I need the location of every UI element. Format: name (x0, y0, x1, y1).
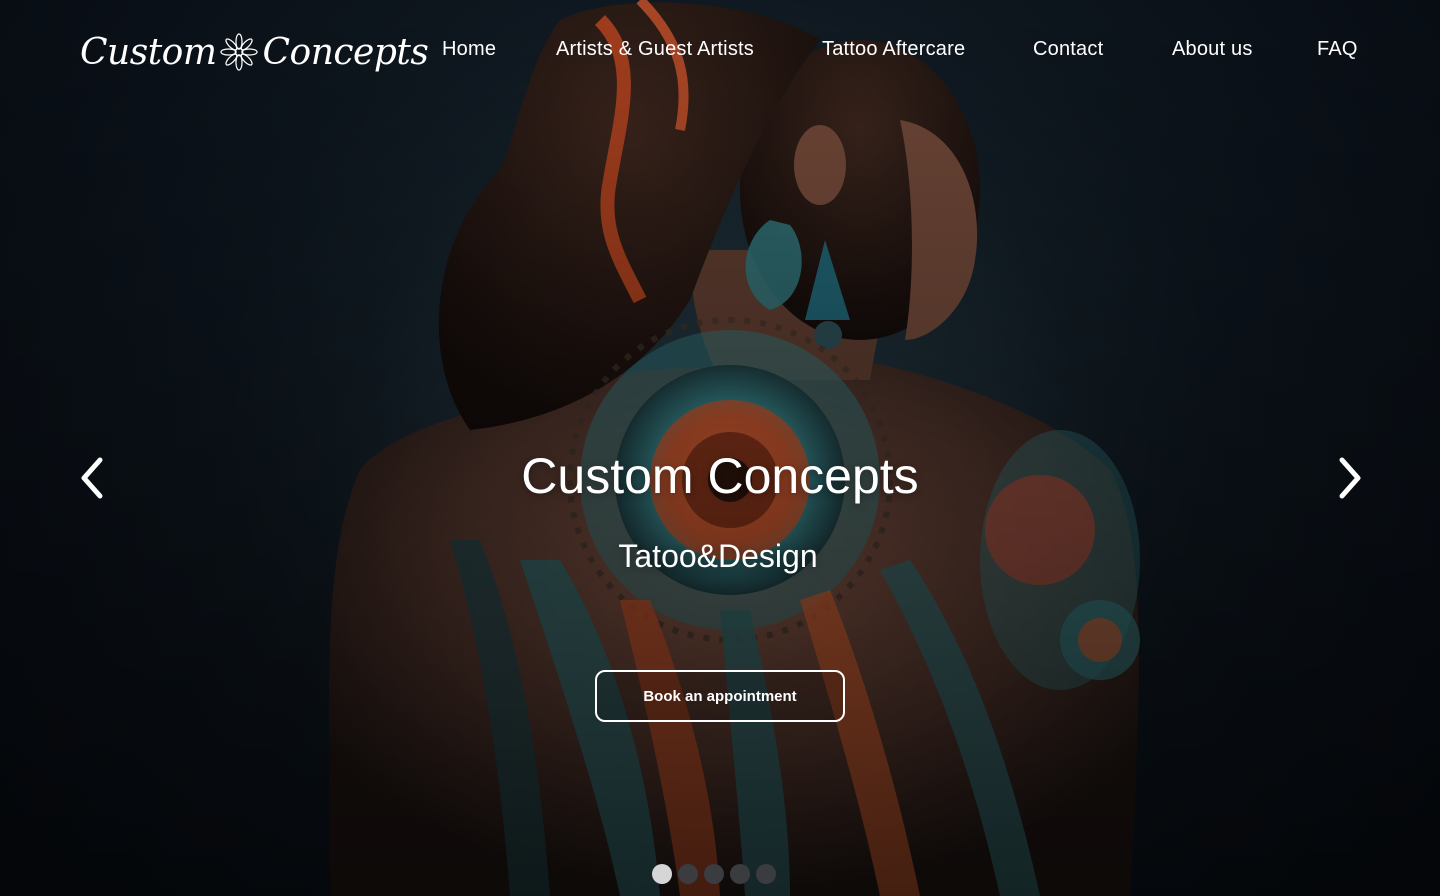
nav-item-home[interactable]: Home (442, 36, 496, 62)
hero-subtitle: Tatoo&Design (618, 538, 818, 574)
carousel-dot[interactable] (678, 864, 698, 884)
nav-item-faq[interactable]: FAQ (1317, 36, 1358, 62)
site-header: Custom Concepts Home Artists & Guest Art… (0, 0, 1440, 96)
main-nav: Home Artists & Guest Artists Tattoo Afte… (0, 36, 1440, 62)
nav-item-tattoo-aftercare[interactable]: Tattoo Aftercare (822, 36, 965, 62)
carousel-dot[interactable] (652, 864, 672, 884)
carousel-dots (0, 864, 1440, 884)
nav-item-artists[interactable]: Artists & Guest Artists (556, 36, 754, 62)
hero-title: Custom Concepts (521, 448, 919, 504)
carousel-dot[interactable] (730, 864, 750, 884)
book-appointment-button[interactable]: Book an appointment (595, 670, 845, 722)
carousel-dot[interactable] (756, 864, 776, 884)
nav-item-about-us[interactable]: About us (1172, 36, 1253, 62)
nav-item-contact[interactable]: Contact (1033, 36, 1103, 62)
carousel-dot[interactable] (704, 864, 724, 884)
